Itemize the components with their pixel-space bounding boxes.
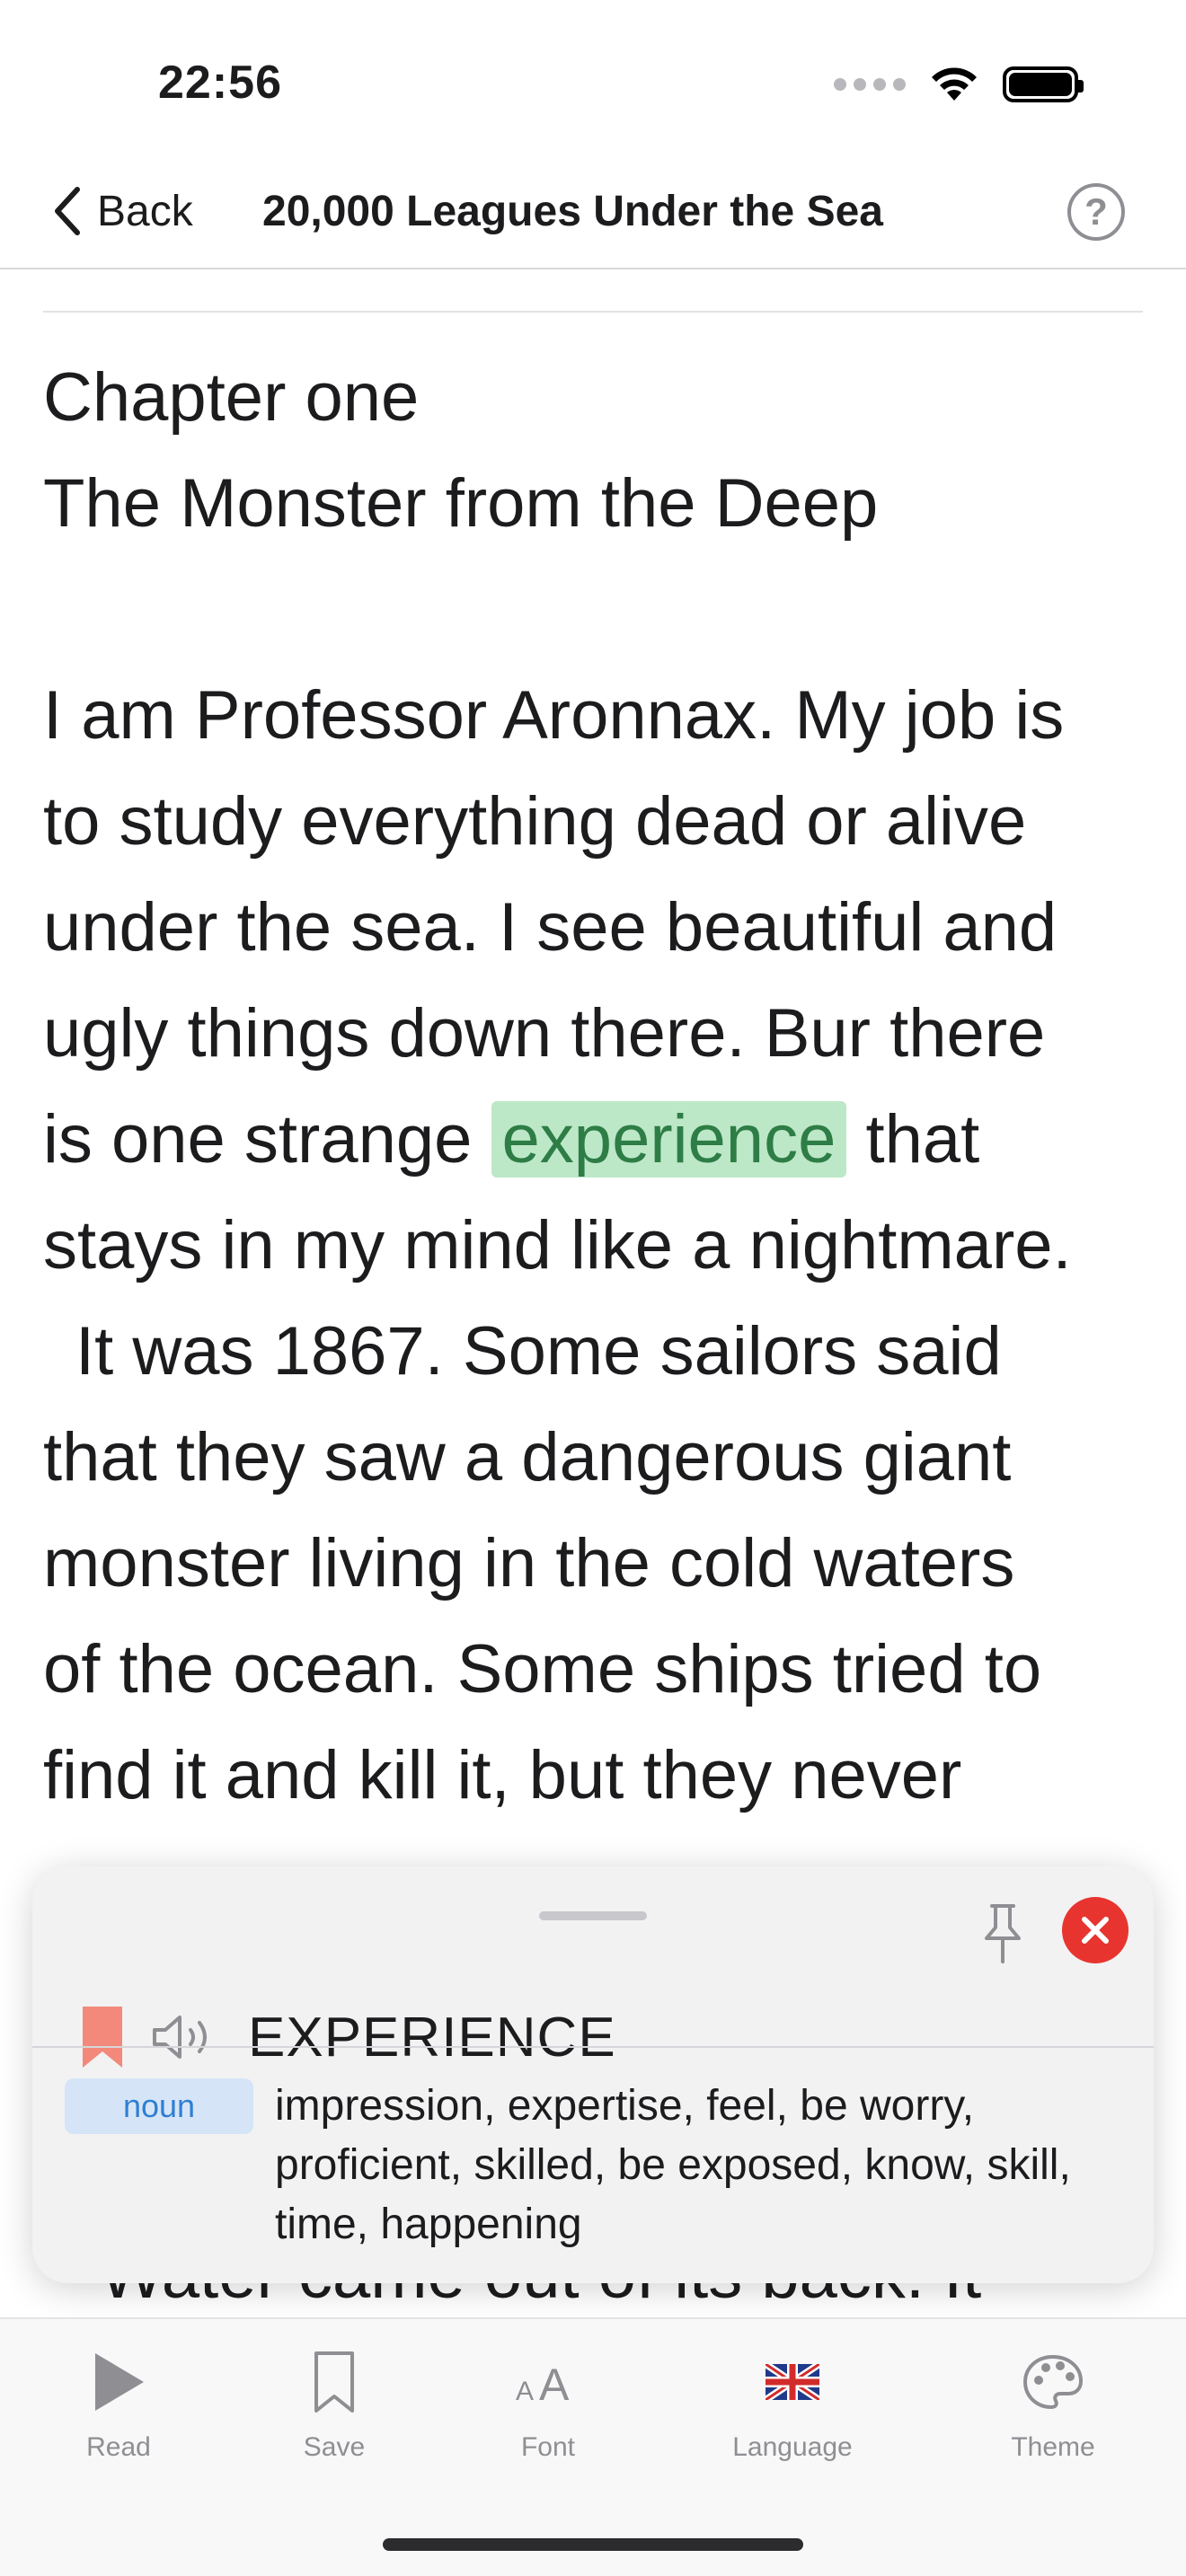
bookmark-icon[interactable]	[83, 2007, 122, 2068]
back-button[interactable]: Back	[50, 180, 193, 243]
tab-label: Language	[732, 2432, 853, 2462]
tab-save[interactable]: Save	[253, 2346, 415, 2463]
drag-handle[interactable]	[539, 1911, 647, 1920]
speaker-icon[interactable]	[151, 2012, 216, 2062]
navigation-bar: Back 20,000 Leagues Under the Sea ?	[0, 160, 1186, 269]
wifi-icon	[932, 67, 977, 101]
partially-hidden-text-line: "Water came out of its back. It	[75, 2278, 981, 2314]
word-definition-popup: EXPERIENCE noun impression, expertise, f…	[32, 1866, 1154, 2283]
status-time: 22:56	[158, 57, 282, 109]
chapter-number: Chapter one	[43, 359, 420, 436]
status-icons	[834, 65, 1084, 104]
question-mark-icon: ?	[1084, 190, 1108, 233]
text-line[interactable]: monster living in the cold waters	[43, 1511, 1157, 1617]
text-line[interactable]: under the sea. I see beautiful and	[43, 875, 1157, 981]
selected-word: EXPERIENCE	[248, 2006, 616, 2069]
tab-font[interactable]: A A Font	[467, 2346, 629, 2463]
svg-text:A: A	[516, 2377, 534, 2406]
tab-label: Font	[520, 2432, 576, 2462]
text-segment[interactable]: is one strange	[43, 1101, 491, 1178]
tab-label: Save	[303, 2432, 366, 2462]
palette-icon	[1023, 2355, 1083, 2409]
pin-icon[interactable]	[972, 1901, 1033, 1965]
book-title: 20,000 Leagues Under the Sea	[262, 188, 883, 235]
popup-divider	[32, 2046, 1154, 2048]
back-label: Back	[97, 187, 193, 235]
part-of-speech-badge: noun	[65, 2078, 253, 2134]
chevron-left-icon	[55, 187, 80, 235]
bookmark-outline-icon	[314, 2351, 354, 2413]
text-segment[interactable]: that	[846, 1101, 979, 1178]
content-divider	[43, 311, 1143, 313]
tab-label: Theme	[1011, 2432, 1095, 2462]
synonyms-text: impression, expertise, feel, be worry, p…	[275, 2082, 1071, 2248]
svg-text:A: A	[539, 2360, 570, 2409]
chapter-title: The Monster from the Deep	[43, 465, 879, 542]
text-line[interactable]: that they saw a dangerous giant	[43, 1405, 1157, 1511]
font-size-icon: A A	[516, 2360, 570, 2409]
help-button[interactable]: ?	[1067, 183, 1125, 241]
popup-header: EXPERIENCE	[83, 2001, 616, 2073]
close-icon	[1082, 1917, 1109, 1944]
home-indicator	[383, 2538, 803, 2551]
tab-label: Read	[86, 2432, 151, 2462]
tab-theme[interactable]: Theme	[972, 2346, 1134, 2463]
text-line[interactable]: of the ocean. Some ships tried to	[43, 1617, 1157, 1723]
status-bar: 22:56	[0, 0, 1186, 153]
battery-icon	[1003, 66, 1084, 102]
tab-read[interactable]: Read	[38, 2346, 199, 2463]
play-icon	[95, 2353, 144, 2411]
text-line[interactable]: is one strange experience that	[43, 1087, 1157, 1193]
text-line[interactable]: It was 1867. Some sailors said	[43, 1299, 1157, 1405]
close-button[interactable]	[1062, 1897, 1128, 1963]
uk-flag-icon	[766, 2364, 819, 2400]
tab-language[interactable]: Language	[712, 2346, 873, 2463]
text-line[interactable]: ugly things down there. Bur there	[43, 981, 1157, 1087]
text-line[interactable]: to study everything dead or alive	[43, 769, 1157, 875]
highlighted-word[interactable]: experience	[491, 1101, 847, 1178]
text-line[interactable]: stays in my mind like a nightmare.	[43, 1193, 1157, 1299]
reading-content: Chapter one The Monster from the Deep I …	[43, 345, 1157, 1829]
text-line[interactable]: I am Professor Aronnax. My job is	[43, 663, 1157, 769]
text-line[interactable]: find it and kill it, but they never	[43, 1723, 1157, 1829]
tab-bar: Read Save A A Font Language Theme	[0, 2317, 1186, 2576]
cellular-signal-icon	[834, 78, 906, 91]
